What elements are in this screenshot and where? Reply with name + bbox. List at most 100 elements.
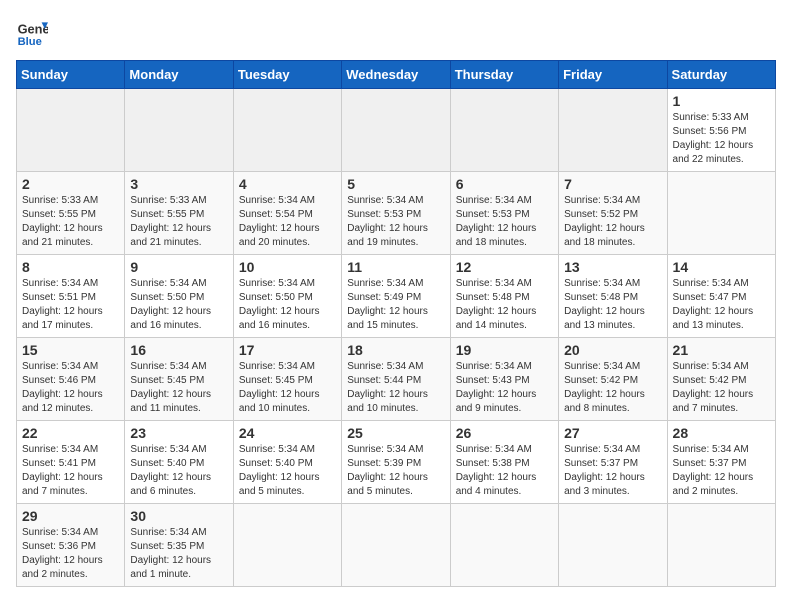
day-number: 28	[673, 425, 770, 441]
day-number: 17	[239, 342, 336, 358]
daylight-text: Daylight: 12 hours and 16 minutes.	[130, 306, 211, 331]
daylight-text: Daylight: 12 hours and 20 minutes.	[239, 223, 320, 248]
calendar-cell: 17 Sunrise: 5:34 AM Sunset: 5:45 PM Dayl…	[233, 338, 341, 421]
day-info: Sunrise: 5:34 AM Sunset: 5:44 PM Dayligh…	[347, 360, 444, 416]
day-info: Sunrise: 5:34 AM Sunset: 5:43 PM Dayligh…	[456, 360, 553, 416]
calendar-cell: 18 Sunrise: 5:34 AM Sunset: 5:44 PM Dayl…	[342, 338, 450, 421]
daylight-text: Daylight: 12 hours and 7 minutes.	[673, 389, 754, 414]
daylight-text: Daylight: 12 hours and 15 minutes.	[347, 306, 428, 331]
daylight-text: Daylight: 12 hours and 9 minutes.	[456, 389, 537, 414]
day-info: Sunrise: 5:34 AM Sunset: 5:40 PM Dayligh…	[239, 443, 336, 499]
col-header-saturday: Saturday	[667, 61, 775, 89]
calendar-cell	[233, 89, 341, 172]
calendar-cell: 19 Sunrise: 5:34 AM Sunset: 5:43 PM Dayl…	[450, 338, 558, 421]
daylight-text: Daylight: 12 hours and 2 minutes.	[22, 555, 103, 580]
calendar-cell: 26 Sunrise: 5:34 AM Sunset: 5:38 PM Dayl…	[450, 421, 558, 504]
sunset-text: Sunset: 5:40 PM	[239, 458, 313, 469]
day-info: Sunrise: 5:34 AM Sunset: 5:46 PM Dayligh…	[22, 360, 119, 416]
day-number: 26	[456, 425, 553, 441]
sunrise-text: Sunrise: 5:34 AM	[347, 195, 423, 206]
sunset-text: Sunset: 5:51 PM	[22, 292, 96, 303]
sunset-text: Sunset: 5:54 PM	[239, 209, 313, 220]
day-number: 29	[22, 508, 119, 524]
day-number: 27	[564, 425, 661, 441]
sunrise-text: Sunrise: 5:34 AM	[347, 361, 423, 372]
sunrise-text: Sunrise: 5:34 AM	[22, 444, 98, 455]
day-info: Sunrise: 5:33 AM Sunset: 5:55 PM Dayligh…	[22, 194, 119, 250]
week-row-4: 22 Sunrise: 5:34 AM Sunset: 5:41 PM Dayl…	[17, 421, 776, 504]
sunset-text: Sunset: 5:52 PM	[564, 209, 638, 220]
sunset-text: Sunset: 5:48 PM	[564, 292, 638, 303]
sunrise-text: Sunrise: 5:34 AM	[239, 195, 315, 206]
day-info: Sunrise: 5:34 AM Sunset: 5:39 PM Dayligh…	[347, 443, 444, 499]
week-row-2: 8 Sunrise: 5:34 AM Sunset: 5:51 PM Dayli…	[17, 255, 776, 338]
calendar-cell: 1 Sunrise: 5:33 AM Sunset: 5:56 PM Dayli…	[667, 89, 775, 172]
calendar-table: SundayMondayTuesdayWednesdayThursdayFrid…	[16, 60, 776, 587]
daylight-text: Daylight: 12 hours and 11 minutes.	[130, 389, 211, 414]
day-info: Sunrise: 5:34 AM Sunset: 5:48 PM Dayligh…	[564, 277, 661, 333]
calendar-cell: 10 Sunrise: 5:34 AM Sunset: 5:50 PM Dayl…	[233, 255, 341, 338]
calendar-cell: 6 Sunrise: 5:34 AM Sunset: 5:53 PM Dayli…	[450, 172, 558, 255]
day-number: 30	[130, 508, 227, 524]
sunrise-text: Sunrise: 5:34 AM	[673, 278, 749, 289]
sunrise-text: Sunrise: 5:34 AM	[347, 444, 423, 455]
day-info: Sunrise: 5:34 AM Sunset: 5:45 PM Dayligh…	[130, 360, 227, 416]
day-number: 21	[673, 342, 770, 358]
col-header-friday: Friday	[559, 61, 667, 89]
sunrise-text: Sunrise: 5:34 AM	[130, 278, 206, 289]
sunrise-text: Sunrise: 5:33 AM	[673, 112, 749, 123]
day-info: Sunrise: 5:34 AM Sunset: 5:53 PM Dayligh…	[456, 194, 553, 250]
day-info: Sunrise: 5:34 AM Sunset: 5:37 PM Dayligh…	[673, 443, 770, 499]
col-header-thursday: Thursday	[450, 61, 558, 89]
calendar-cell: 29 Sunrise: 5:34 AM Sunset: 5:36 PM Dayl…	[17, 504, 125, 587]
sunset-text: Sunset: 5:35 PM	[130, 541, 204, 552]
sunrise-text: Sunrise: 5:34 AM	[673, 361, 749, 372]
sunrise-text: Sunrise: 5:34 AM	[130, 361, 206, 372]
day-number: 22	[22, 425, 119, 441]
sunrise-text: Sunrise: 5:34 AM	[22, 278, 98, 289]
sunset-text: Sunset: 5:42 PM	[564, 375, 638, 386]
week-row-1: 2 Sunrise: 5:33 AM Sunset: 5:55 PM Dayli…	[17, 172, 776, 255]
calendar-cell: 28 Sunrise: 5:34 AM Sunset: 5:37 PM Dayl…	[667, 421, 775, 504]
sunset-text: Sunset: 5:37 PM	[564, 458, 638, 469]
day-info: Sunrise: 5:34 AM Sunset: 5:50 PM Dayligh…	[130, 277, 227, 333]
day-info: Sunrise: 5:34 AM Sunset: 5:47 PM Dayligh…	[673, 277, 770, 333]
sunset-text: Sunset: 5:36 PM	[22, 541, 96, 552]
day-number: 1	[673, 93, 770, 109]
sunset-text: Sunset: 5:50 PM	[239, 292, 313, 303]
day-info: Sunrise: 5:34 AM Sunset: 5:42 PM Dayligh…	[673, 360, 770, 416]
day-info: Sunrise: 5:34 AM Sunset: 5:42 PM Dayligh…	[564, 360, 661, 416]
sunrise-text: Sunrise: 5:34 AM	[456, 195, 532, 206]
day-number: 9	[130, 259, 227, 275]
sunset-text: Sunset: 5:45 PM	[239, 375, 313, 386]
calendar-cell: 4 Sunrise: 5:34 AM Sunset: 5:54 PM Dayli…	[233, 172, 341, 255]
sunset-text: Sunset: 5:40 PM	[130, 458, 204, 469]
daylight-text: Daylight: 12 hours and 1 minute.	[130, 555, 211, 580]
calendar-cell: 13 Sunrise: 5:34 AM Sunset: 5:48 PM Dayl…	[559, 255, 667, 338]
calendar-cell: 11 Sunrise: 5:34 AM Sunset: 5:49 PM Dayl…	[342, 255, 450, 338]
daylight-text: Daylight: 12 hours and 13 minutes.	[673, 306, 754, 331]
calendar-cell: 21 Sunrise: 5:34 AM Sunset: 5:42 PM Dayl…	[667, 338, 775, 421]
day-info: Sunrise: 5:34 AM Sunset: 5:35 PM Dayligh…	[130, 526, 227, 582]
sunset-text: Sunset: 5:42 PM	[673, 375, 747, 386]
sunset-text: Sunset: 5:55 PM	[22, 209, 96, 220]
sunrise-text: Sunrise: 5:34 AM	[673, 444, 749, 455]
sunrise-text: Sunrise: 5:34 AM	[239, 444, 315, 455]
daylight-text: Daylight: 12 hours and 4 minutes.	[456, 472, 537, 497]
calendar-cell	[559, 89, 667, 172]
daylight-text: Daylight: 12 hours and 13 minutes.	[564, 306, 645, 331]
page-header: General Blue	[16, 16, 776, 48]
day-info: Sunrise: 5:34 AM Sunset: 5:48 PM Dayligh…	[456, 277, 553, 333]
sunrise-text: Sunrise: 5:34 AM	[564, 444, 640, 455]
day-number: 3	[130, 176, 227, 192]
sunrise-text: Sunrise: 5:34 AM	[239, 278, 315, 289]
calendar-cell	[342, 89, 450, 172]
sunrise-text: Sunrise: 5:34 AM	[130, 444, 206, 455]
day-info: Sunrise: 5:34 AM Sunset: 5:53 PM Dayligh…	[347, 194, 444, 250]
calendar-cell	[667, 172, 775, 255]
day-number: 10	[239, 259, 336, 275]
sunset-text: Sunset: 5:50 PM	[130, 292, 204, 303]
calendar-cell: 24 Sunrise: 5:34 AM Sunset: 5:40 PM Dayl…	[233, 421, 341, 504]
calendar-header-row: SundayMondayTuesdayWednesdayThursdayFrid…	[17, 61, 776, 89]
day-info: Sunrise: 5:33 AM Sunset: 5:56 PM Dayligh…	[673, 111, 770, 167]
